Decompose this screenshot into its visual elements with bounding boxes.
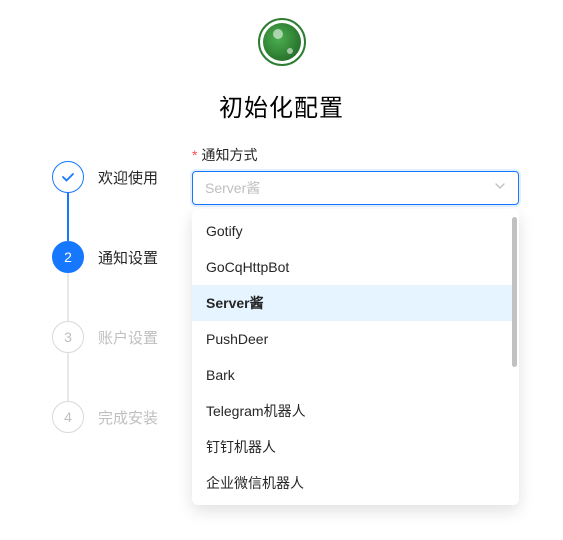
notify-select[interactable]: Server酱 xyxy=(192,171,519,205)
dropdown-panel: Gotify GoCqHttpBot Server酱 PushDeer Bark… xyxy=(192,209,519,505)
option-pushdeer[interactable]: PushDeer xyxy=(192,321,515,357)
option-serverchan[interactable]: Server酱 xyxy=(192,285,515,321)
step-notify[interactable]: 2 通知设置 xyxy=(52,241,176,273)
required-mark: * xyxy=(192,147,197,163)
scrollbar-thumb[interactable] xyxy=(512,217,517,367)
step-number-icon: 2 xyxy=(52,241,84,273)
logo-graphic xyxy=(263,23,301,61)
option-bark[interactable]: Bark xyxy=(192,357,515,393)
step-welcome[interactable]: 欢迎使用 xyxy=(52,161,176,193)
select-wrap: Server酱 Gotify GoCqHttpBot Server酱 PushD… xyxy=(192,171,519,205)
step-connector xyxy=(67,273,69,321)
step-label: 欢迎使用 xyxy=(98,167,158,188)
steps-nav: 欢迎使用 2 通知设置 3 账户设置 4 完成安装 xyxy=(52,161,176,433)
field-label: *通知方式 xyxy=(192,145,519,165)
option-dingtalk[interactable]: 钉钉机器人 xyxy=(192,429,515,465)
page-title: 初始化配置 xyxy=(0,88,563,123)
step-account[interactable]: 3 账户设置 xyxy=(52,321,176,353)
step-number-icon: 4 xyxy=(52,401,84,433)
step-number-icon: 3 xyxy=(52,321,84,353)
app-logo xyxy=(258,18,306,66)
option-gotify[interactable]: Gotify xyxy=(192,213,515,249)
step-label: 通知设置 xyxy=(98,247,158,268)
dropdown-list[interactable]: Gotify GoCqHttpBot Server酱 PushDeer Bark… xyxy=(192,213,519,501)
step-label: 账户设置 xyxy=(98,327,158,348)
chevron-down-icon xyxy=(494,179,506,197)
check-icon xyxy=(52,161,84,193)
header: 初始化配置 xyxy=(0,0,563,123)
step-finish[interactable]: 4 完成安装 xyxy=(52,401,176,433)
form-area: *通知方式 Server酱 Gotify GoCqHttpBot Server酱… xyxy=(176,161,543,433)
option-telegram[interactable]: Telegram机器人 xyxy=(192,393,515,429)
option-gocqhttpbot[interactable]: GoCqHttpBot xyxy=(192,249,515,285)
step-label: 完成安装 xyxy=(98,407,158,428)
main-body: 欢迎使用 2 通知设置 3 账户设置 4 完成安装 *通知方式 Server酱 xyxy=(0,123,563,433)
select-placeholder: Server酱 xyxy=(205,178,494,198)
option-wecom[interactable]: 企业微信机器人 xyxy=(192,465,515,501)
step-connector xyxy=(67,193,69,241)
notify-method-label: 通知方式 xyxy=(201,147,257,163)
step-connector xyxy=(67,353,69,401)
